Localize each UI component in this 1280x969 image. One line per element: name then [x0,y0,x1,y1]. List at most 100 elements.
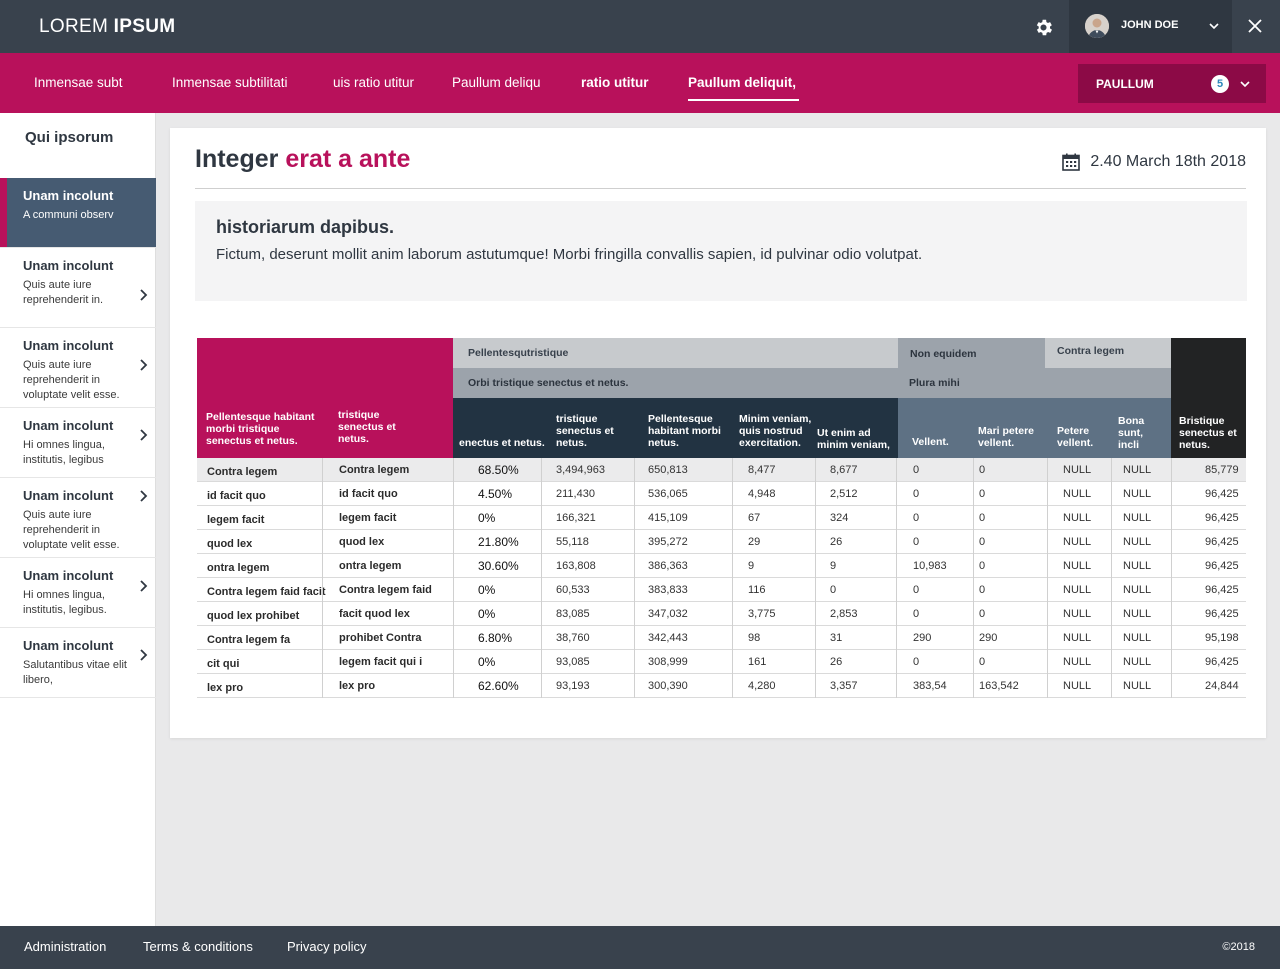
table-cell: 60,533 [556,584,590,596]
table-cell: legem facit [339,512,397,524]
table-row[interactable]: cit qui legem facit qui i 0% 93,085 308,999 1… [197,650,1246,674]
column-header-3[interactable]: enectus et netus. [459,437,549,449]
table-cell: 0% [478,655,496,669]
column-header-10[interactable]: Petere vellent. [1057,425,1107,449]
close-icon [1248,19,1262,33]
column-divider [634,458,635,698]
table-cell: 67 [748,512,761,524]
table-cell: 85,779 [1205,464,1239,476]
table-cell: lex pro [339,680,376,692]
sidebar-item-title: Unam incolunt [23,188,114,203]
column-header-9[interactable]: Mari petere vellent. [978,425,1044,449]
table-cell: 536,065 [648,488,688,500]
group-header-3: Contra legem [1045,338,1171,368]
column-divider [1171,458,1172,698]
table-cell: NULL [1063,560,1092,572]
footer-link-terms[interactable]: Terms & conditions [143,939,253,954]
table-cell: 386,363 [648,560,688,572]
column-header-8[interactable]: Vellent. [912,436,972,448]
nav-item-5[interactable]: ratio utitur [581,75,649,90]
table-row[interactable]: ontra legem ontra legem 30.60% 163,808 386,3… [197,554,1246,578]
chevron-right-icon [138,358,150,372]
table-cell: 96,425 [1205,512,1239,524]
table-row[interactable]: id facit quo id facit quo 4.50% 211,430 536,… [197,482,1246,506]
column-header-1[interactable]: Pellentesque habitant morbi tristique se… [206,411,326,447]
sidebar-item-7[interactable]: Unam incolunt Salutantibus vitae elit li… [0,628,156,698]
table-cell: 98 [748,632,761,644]
table-cell: NULL [1123,512,1152,524]
group-subheader-2: Plura mihi [898,368,1171,398]
table-cell: 26 [830,656,843,668]
gear-icon[interactable] [1033,17,1054,38]
table-cell: 395,272 [648,536,688,548]
copyright: ©2018 [1222,941,1255,953]
column-header-7[interactable]: Ut enim ad minim veniam, [817,427,897,451]
table-cell: Contra legem [207,466,278,478]
table-cell: 31 [830,632,843,644]
table-row[interactable]: quod lex quod lex 21.80% 55,118 395,272 29 26 0… [197,530,1246,554]
table-cell: 93,193 [556,680,590,692]
table-cell: 55,118 [556,536,589,548]
info-text: Fictum, deserunt mollit anim laborum ast… [216,246,923,263]
footer-link-administration[interactable]: Administration [24,939,106,954]
user-name: JOHN DOE [1121,19,1179,31]
group-header-1: Pellentesqutristique [453,338,898,368]
table-cell: legem facit qui i [339,656,423,668]
table-row[interactable]: Contra legem faid facit Contra legem faid… [197,578,1246,602]
chevron-right-icon [138,648,150,662]
table-cell: 0 [830,584,837,596]
column-header-2[interactable]: tristique senectus et netus. [338,409,418,445]
footer-link-privacy[interactable]: Privacy policy [287,939,366,954]
page-title-plain: Integer [195,145,279,173]
column-divider [815,458,816,698]
table-cell: 68.50% [478,463,519,477]
nav-item-6-active[interactable]: Paullum deliquit, [688,75,800,101]
group-header-3-label: Contra legem [1057,345,1125,357]
table-cell: 211,430 [556,488,595,500]
calendar-icon [1062,153,1081,171]
app-logo[interactable]: LOREM IPSUM [39,16,175,38]
table-cell: id facit quo [207,490,266,502]
table-row[interactable]: Contra legem fa prohibet Contra 6.80% 38,76… [197,626,1246,650]
table-cell: NULL [1123,656,1152,668]
nav-item-1[interactable]: Inmensae subt [34,75,123,90]
nav-item-3[interactable]: uis ratio utitur [333,75,414,90]
table-row[interactable]: quod lex prohibet facit quod lex 0% 83,085 3… [197,602,1246,626]
sidebar-item-5[interactable]: Unam incolunt Quis aute iure reprehender… [0,478,156,558]
sidebar-item-desc: Hi omnes lingua, institutis, legibus. [23,589,107,616]
table-row[interactable]: legem facit legem facit 0% 166,321 415,109 67… [197,506,1246,530]
sidebar-item-3[interactable]: Unam incolunt Quis aute iure reprehender… [0,328,156,408]
sidebar-item-title: Unam incolunt [23,418,114,433]
column-divider [1047,458,1048,698]
table-row[interactable]: Contra legem Contra legem 68.50% 3,494,963 6… [197,458,1246,482]
close-button[interactable] [1232,0,1280,53]
table-cell: prohibet Contra [339,632,422,644]
column-header-5[interactable]: Pellentesque habitant morbi netus. [648,413,728,449]
table-cell: 4,948 [748,488,776,500]
group-subheader-1-label: Orbi tristique senectus et netus. [468,377,629,389]
table-cell: 95,198 [1205,632,1239,644]
table-cell: 324 [830,512,849,524]
table-cell: 0 [913,584,920,596]
nav-item-4[interactable]: Paullum deliqu [452,75,541,90]
sidebar-item-4[interactable]: Unam incolunt Hi omnes lingua, instituti… [0,408,156,478]
paullum-dropdown[interactable]: PAULLUM 5 [1078,64,1266,103]
column-header-4[interactable]: tristique senectus et netus. [556,413,624,449]
column-header-11[interactable]: Bona sunt, incli [1118,415,1158,451]
chevron-down-icon[interactable] [1207,19,1221,33]
page-title-accent: erat a ante [285,145,411,173]
table-cell: quod lex prohibet [207,610,300,622]
column-header-6[interactable]: Minim veniam, quis nostrud exercitation. [739,413,819,449]
sidebar-item-2[interactable]: Unam incolunt Quis aute iure reprehender… [0,248,156,328]
user-menu[interactable]: JOHN DOE [1069,0,1232,53]
nav-item-2[interactable]: Inmensae subtilitati [172,75,288,90]
table-cell: 0 [979,560,986,572]
table-cell: NULL [1063,512,1092,524]
sidebar-item-6[interactable]: Unam incolunt Hi omnes lingua, instituti… [0,558,156,628]
sidebar-item-1[interactable]: Unam incolunt A communi observ [0,178,156,248]
column-header-12[interactable]: Bristique senectus et netus. [1179,415,1241,451]
dropdown-label: PAULLUM [1096,77,1154,91]
table-cell: NULL [1123,536,1152,548]
table-row[interactable]: lex pro lex pro 62.60% 93,193 300,390 4,280 3,… [197,674,1246,698]
table-cell: 3,775 [748,608,776,620]
